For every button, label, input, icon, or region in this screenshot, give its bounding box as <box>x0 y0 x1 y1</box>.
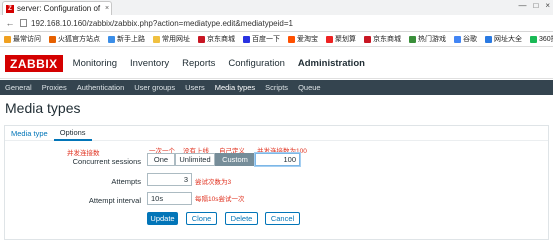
bookmark-icon <box>409 35 416 43</box>
close-tab-icon[interactable]: × <box>105 5 109 12</box>
tab-media-type[interactable]: Media type <box>5 126 54 141</box>
close-window-icon[interactable]: × <box>545 1 550 10</box>
bookmarks-bar: 最常访问 火狐官方站点 新手上路 常用网址 京东商城 百度一下 爱淘宝 聚划算 京东商城 热门游戏… <box>0 32 553 47</box>
url-text: 192.168.10.160/zabbix/zabbix.php?action=… <box>31 18 293 28</box>
bookmark-icon <box>49 35 56 43</box>
bookmark-item[interactable]: 聚划算 <box>326 34 356 44</box>
submenu-user-groups[interactable]: User groups <box>134 80 175 95</box>
attempt-interval-label: Attempt interval <box>88 196 141 205</box>
back-arrow-icon[interactable]: ← <box>4 18 16 28</box>
clone-button[interactable]: Clone <box>186 212 217 225</box>
bookmark-label: 火狐官方站点 <box>58 36 100 43</box>
menu-configuration[interactable]: Configuration <box>228 49 285 79</box>
browser-navbar: ← 192.168.10.160/zabbix/zabbix.php?actio… <box>0 15 553 32</box>
browser-tab-title: server: Configuration of ... <box>17 4 103 13</box>
submenu-proxies[interactable]: Proxies <box>42 80 67 95</box>
browser-tab[interactable]: Z server: Configuration of ... × <box>2 1 112 15</box>
bookmark-label: 最常访问 <box>13 36 41 43</box>
annotation-attempts: 尝试次数为3 <box>195 179 232 186</box>
menu-administration[interactable]: Administration <box>298 49 365 79</box>
page-title: Media types <box>5 100 81 116</box>
bookmark-icon <box>108 35 115 43</box>
browser-tabbar: Z server: Configuration of ... × — □ × <box>0 0 553 15</box>
bookmark-icon <box>326 35 333 43</box>
concurrent-sessions-label: Concurrent sessions <box>72 157 141 166</box>
concurrent-unlimited-button[interactable]: Unlimited <box>175 153 215 166</box>
bookmark-label: 网址大全 <box>494 36 522 43</box>
main-menu: Monitoring Inventory Reports Configurati… <box>73 49 378 79</box>
submenu-scripts[interactable]: Scripts <box>265 80 288 95</box>
bookmark-label: 360搜 <box>539 36 553 43</box>
bookmark-item[interactable]: 热门游戏 <box>409 34 446 44</box>
annotation-concurrent: 并发连接数 <box>67 150 100 157</box>
attempts-input[interactable]: 3 <box>147 173 192 186</box>
submenu-queue[interactable]: Queue <box>298 80 321 95</box>
annotation-interval: 每隔10s尝试一次 <box>195 196 245 203</box>
bookmark-item[interactable]: 新手上路 <box>108 34 145 44</box>
attempt-interval-input[interactable]: 10s <box>147 192 192 205</box>
bookmark-item[interactable]: 爱淘宝 <box>288 34 318 44</box>
bookmark-label: 百度一下 <box>252 36 280 43</box>
window-controls: — □ × <box>518 1 550 10</box>
submenu-media-types[interactable]: Media types <box>215 80 255 95</box>
tab-options[interactable]: Options <box>53 126 92 141</box>
cancel-button[interactable]: Cancel <box>265 212 300 225</box>
bookmark-label: 聚划算 <box>335 36 356 43</box>
minimize-icon[interactable]: — <box>518 1 526 10</box>
zabbix-favicon-icon: Z <box>6 4 14 13</box>
bookmark-icon <box>530 35 537 43</box>
bookmark-item[interactable]: 360搜 <box>530 34 553 44</box>
url-bar[interactable]: 192.168.10.160/zabbix/zabbix.php?action=… <box>20 17 549 30</box>
bookmark-icon <box>364 35 371 43</box>
form-tabs: Media type Options <box>5 126 548 141</box>
delete-button[interactable]: Delete <box>225 212 258 225</box>
sub-menu: General Proxies Authentication User grou… <box>0 80 553 95</box>
update-button[interactable]: Update <box>147 212 178 225</box>
bookmark-icon <box>153 35 160 43</box>
attempts-label: Attempts <box>111 177 141 186</box>
zabbix-logo[interactable]: ZABBIX <box>5 55 63 72</box>
bookmark-label: 谷歌 <box>463 36 477 43</box>
bookmark-item[interactable]: 网址大全 <box>485 34 522 44</box>
bookmark-icon <box>485 35 492 43</box>
menu-inventory[interactable]: Inventory <box>130 49 169 79</box>
concurrent-one-button[interactable]: One <box>147 153 175 166</box>
bookmark-label: 爱淘宝 <box>297 36 318 43</box>
bookmark-icon <box>198 35 205 43</box>
bookmark-item[interactable]: 常用网址 <box>153 34 190 44</box>
menu-monitoring[interactable]: Monitoring <box>73 49 117 79</box>
concurrent-sessions-input[interactable]: 100 <box>255 153 300 166</box>
bookmark-label: 热门游戏 <box>418 36 446 43</box>
bookmark-item[interactable]: 京东商城 <box>198 34 235 44</box>
bookmark-item[interactable]: 最常访问 <box>4 34 41 44</box>
zabbix-header: ZABBIX Monitoring Inventory Reports Conf… <box>0 49 553 79</box>
bookmark-icon <box>288 35 295 43</box>
bookmark-item[interactable]: 百度一下 <box>243 34 280 44</box>
bookmark-item[interactable]: 京东商城 <box>364 34 401 44</box>
submenu-users[interactable]: Users <box>185 80 205 95</box>
bookmark-item[interactable]: 火狐官方站点 <box>49 34 100 44</box>
bookmark-label: 常用网址 <box>162 36 190 43</box>
bookmark-label: 京东商城 <box>207 36 235 43</box>
bookmark-item[interactable]: 谷歌 <box>454 34 477 44</box>
concurrent-custom-button[interactable]: Custom <box>215 153 255 166</box>
menu-reports[interactable]: Reports <box>182 49 215 79</box>
bookmark-icon <box>243 35 250 43</box>
page-icon <box>20 19 27 27</box>
submenu-authentication[interactable]: Authentication <box>77 80 125 95</box>
form-panel: Media type Options 并发连接数 一次一个 没有上线 自己定义 … <box>4 125 549 240</box>
bookmark-label: 京东商城 <box>373 36 401 43</box>
bookmark-label: 新手上路 <box>117 36 145 43</box>
maximize-icon[interactable]: □ <box>533 1 538 10</box>
bookmark-icon <box>4 35 11 43</box>
submenu-general[interactable]: General <box>5 80 32 95</box>
bookmark-icon <box>454 35 461 43</box>
